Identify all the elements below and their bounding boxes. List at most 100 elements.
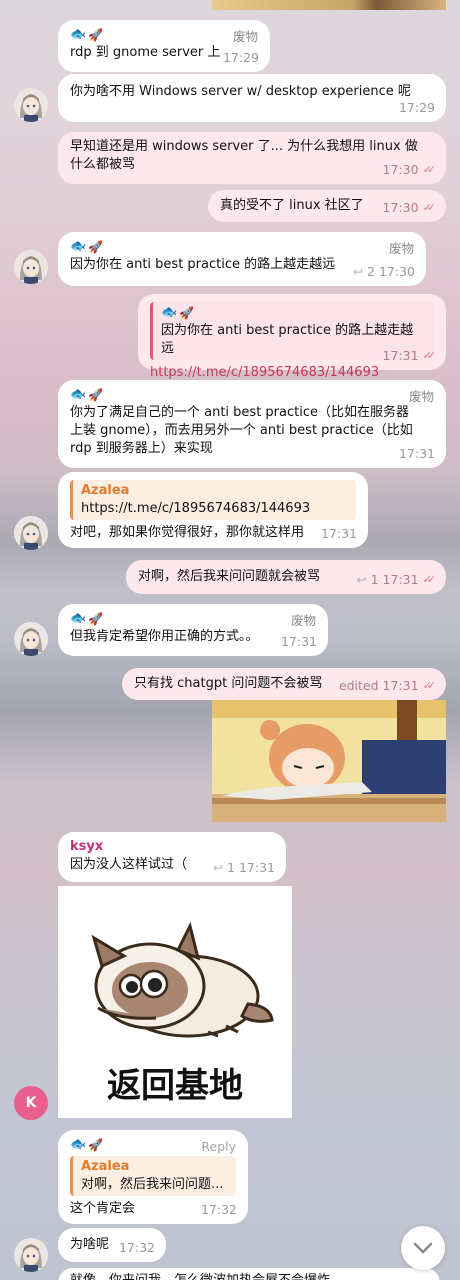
message-meta: 17:30 ✓✓: [382, 161, 437, 179]
double-check-icon: ✓✓: [422, 573, 437, 586]
message-meta: 17:31 ✓✓: [382, 347, 437, 365]
message-time: 17:30: [382, 200, 419, 215]
message-meta: ↩ 2 17:30: [353, 263, 415, 281]
quote-text: 对啊，然后我来问问题...: [81, 1177, 224, 1192]
message-text: 早知道还是用 windows server 了... 为什么我想用 linux …: [70, 139, 418, 172]
message-meta: 17:31: [281, 633, 317, 651]
message-bubble[interactable]: 对啊，然后我来问问题就会被骂 ↩ 1 17:31 ✓✓: [126, 560, 446, 594]
sender-tag: 废物: [232, 29, 258, 44]
message-bubble[interactable]: 🐟 🚀 因为你在 anti best practice 的路上越走越远 https…: [138, 294, 446, 380]
message-time: 17:29: [398, 100, 435, 115]
avatar[interactable]: [14, 1238, 48, 1272]
rocket-icon: 🚀: [88, 612, 104, 626]
rocket-icon: 🚀: [88, 240, 104, 254]
message-bubble[interactable]: ksyx 因为没人这样试过（ ↩ 1 17:31: [58, 832, 286, 882]
message-bubble[interactable]: 🐟 🚀 废物 rdp 到 gnome server 上 17:29: [58, 20, 270, 72]
double-check-icon: ✓✓: [422, 201, 437, 214]
quote-sender: Azalea: [81, 1159, 130, 1174]
message-time: 17:31: [382, 678, 419, 693]
quoted-message[interactable]: Azalea https://t.me/c/1895674683/144693: [70, 480, 356, 520]
fish-icon: 🐟: [70, 1137, 87, 1152]
avatar[interactable]: [14, 622, 48, 656]
message-bubble[interactable]: 🐟 🚀 Reply Azalea 对啊，然后我来问问题... 这个肯定会 17:3…: [58, 1130, 248, 1224]
reply-arrow-icon[interactable]: ↩: [357, 571, 367, 589]
rocket-icon: 🚀: [88, 388, 104, 402]
message-meta: ↩ 1 17:31: [213, 859, 275, 877]
message-time: 17:32: [200, 1202, 237, 1217]
rocket-icon: 🚀: [179, 306, 195, 320]
message-bubble[interactable]: 真的受不了 linux 社区了 17:30 ✓✓: [208, 190, 446, 222]
message-bubble[interactable]: 你为啥不用 Windows server w/ desktop experien…: [58, 74, 446, 122]
message-meta: 17:32: [119, 1239, 155, 1257]
sender-name[interactable]: ksyx: [70, 838, 274, 856]
message-text: 对吧，那如果你觉得很好，那你就这样用: [70, 525, 305, 540]
message-text: 你为啥不用 Windows server w/ desktop experien…: [70, 84, 411, 99]
message-bubble[interactable]: Azalea https://t.me/c/1895674683/144693 …: [58, 472, 368, 548]
message-meta: 17:29: [399, 99, 435, 117]
double-check-icon: ✓✓: [422, 163, 437, 176]
message-time: 17:31: [320, 526, 357, 541]
message-time: 17:31: [280, 634, 317, 649]
message-meta: 17:31: [399, 445, 435, 463]
fish-icon: 🐟: [70, 27, 87, 42]
rocket-icon: 🚀: [88, 1138, 104, 1152]
message-text: 你为了满足自己的一个 anti best practice（比如在服务器上装 g…: [70, 405, 417, 456]
reply-tag[interactable]: Reply: [201, 1138, 236, 1156]
message-bubble[interactable]: 只有找 chatgpt 问问题不会被骂 edited 17:31 ✓✓: [122, 668, 446, 700]
message-meta: 17:30 ✓✓: [382, 199, 437, 217]
message-time: 17:31: [238, 860, 275, 875]
message-bubble[interactable]: 🐟 🚀 废物 因为你在 anti best practice 的路上越走越远 ↩ 2…: [58, 232, 426, 286]
avatar[interactable]: [14, 516, 48, 550]
message-bubble[interactable]: 为啥呢 17:32: [58, 1228, 166, 1262]
sender-emoji: 🐟 🚀: [70, 386, 434, 404]
quote-text: https://t.me/c/1895674683/144693: [81, 501, 311, 516]
message-meta: 17:29: [223, 49, 259, 67]
avatar[interactable]: [14, 88, 48, 122]
message-time: 17:31: [382, 348, 419, 363]
fish-icon: 🐟: [161, 305, 178, 320]
message-bubble[interactable]: 就像，你来问我，怎么微波加热会屋不会爆炸: [58, 1268, 440, 1280]
anime-image[interactable]: [212, 700, 446, 822]
message-time: 17:30: [378, 264, 415, 279]
message-time: 17:31: [382, 572, 419, 587]
message-time: 17:29: [222, 50, 259, 65]
double-check-icon: ✓✓: [422, 679, 437, 692]
chevron-down-icon: [413, 1242, 433, 1254]
message-bubble[interactable]: 🐟 🚀 废物 你为了满足自己的一个 anti best practice（比如在服…: [58, 380, 446, 468]
message-time: 17:30: [382, 162, 419, 177]
fish-icon: 🐟: [70, 611, 87, 626]
sender-emoji: 🐟 🚀: [70, 238, 414, 256]
sender-tag: 废物: [388, 241, 414, 256]
quote-sender: Azalea: [81, 483, 130, 498]
edited-label: edited: [338, 678, 379, 693]
sender-emoji: 🐟 🚀: [70, 610, 316, 628]
message-meta: 17:31: [321, 525, 357, 543]
message-meta: edited 17:31 ✓✓: [338, 677, 437, 695]
message-bubble[interactable]: 早知道还是用 windows server 了... 为什么我想用 linux …: [58, 132, 446, 184]
message-meta: 17:32: [201, 1201, 237, 1219]
fish-icon: 🐟: [70, 387, 87, 402]
reply-count[interactable]: 1: [227, 859, 235, 877]
avatar-k[interactable]: K: [14, 1086, 48, 1120]
quoted-message[interactable]: Azalea 对啊，然后我来问问题...: [70, 1156, 236, 1196]
scroll-down-button[interactable]: [401, 1226, 445, 1270]
avatar[interactable]: [14, 250, 48, 284]
message-text: 就像，你来问我，怎么微波加热会屋不会爆炸: [70, 1272, 428, 1280]
reply-arrow-icon[interactable]: ↩: [213, 859, 223, 877]
message-bubble[interactable]: 🐟 🚀 废物 但我肯定希望你用正确的方式。。 17:31: [58, 604, 328, 656]
reply-arrow-icon[interactable]: ↩: [353, 263, 363, 281]
sticker[interactable]: 返回基地: [58, 886, 292, 1118]
sender-tag: 废物: [408, 389, 434, 404]
message-meta: ↩ 1 17:31 ✓✓: [357, 571, 437, 589]
sticker-caption: 返回基地: [107, 1066, 243, 1106]
sender-emoji: 🐟 🚀: [70, 26, 258, 44]
reply-count[interactable]: 1: [371, 571, 379, 589]
photo-fragment[interactable]: [212, 0, 446, 10]
sender-emoji: 🐟 🚀: [161, 304, 426, 322]
message-text: 但我肯定希望你用正确的方式。。: [70, 629, 259, 644]
reply-count[interactable]: 2: [367, 263, 375, 281]
message-time: 17:31: [398, 446, 435, 461]
message-time: 17:32: [118, 1240, 155, 1255]
sender-tag: 废物: [290, 613, 316, 628]
rocket-icon: 🚀: [88, 28, 104, 42]
